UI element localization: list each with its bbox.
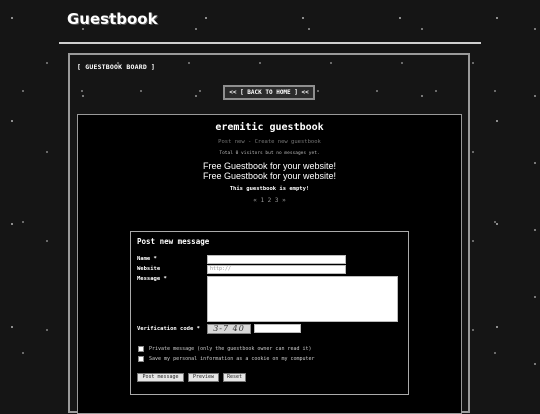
verification-input[interactable] [254, 324, 301, 333]
captcha-image: 3-7 40 [207, 324, 251, 334]
private-message-checkbox[interactable] [138, 346, 144, 352]
website-input[interactable]: http:// [207, 265, 346, 274]
message-textarea[interactable] [207, 276, 398, 322]
save-cookie-label: Save my personal information as a cookie… [149, 356, 315, 362]
guestbook-title: eremitic guestbook [215, 122, 324, 133]
name-input[interactable] [207, 255, 346, 264]
verification-label: Verification code * [137, 326, 200, 332]
post-new-link[interactable]: Post new [218, 139, 245, 145]
promo-link-1[interactable]: Free Guestbook for your website! [77, 161, 462, 171]
preview-button[interactable]: Preview [188, 373, 219, 382]
guestbook-stats: Total 0 visitors but no messages yet. [219, 151, 320, 156]
website-label: Website [137, 266, 161, 272]
post-message-button[interactable]: Post message [137, 373, 184, 382]
board-label: [ GUESTBOOK BOARD ] [77, 63, 156, 71]
pager[interactable]: « 1 2 3 » [77, 197, 462, 204]
back-to-home-button[interactable]: << [ BACK TO HOME ] << [223, 85, 315, 100]
save-cookie-checkbox[interactable] [138, 356, 144, 362]
post-form-title: Post new message [137, 237, 210, 246]
promo-link-2[interactable]: Free Guestbook for your website! [77, 171, 462, 181]
link-separator: - [244, 139, 255, 145]
create-guestbook-link[interactable]: Create new guestbook [255, 139, 321, 145]
empty-message: This guestbook is empty! [229, 186, 310, 192]
guestbook-links: Post new - Create new guestbook [77, 139, 462, 145]
reset-button[interactable]: Reset [223, 373, 246, 382]
site-title: Guestbook [67, 10, 158, 28]
title-divider [59, 42, 481, 44]
name-label: Name * [137, 256, 157, 262]
private-message-label: Private message (only the guestbook owne… [149, 346, 312, 352]
message-label: Message * [137, 276, 167, 282]
